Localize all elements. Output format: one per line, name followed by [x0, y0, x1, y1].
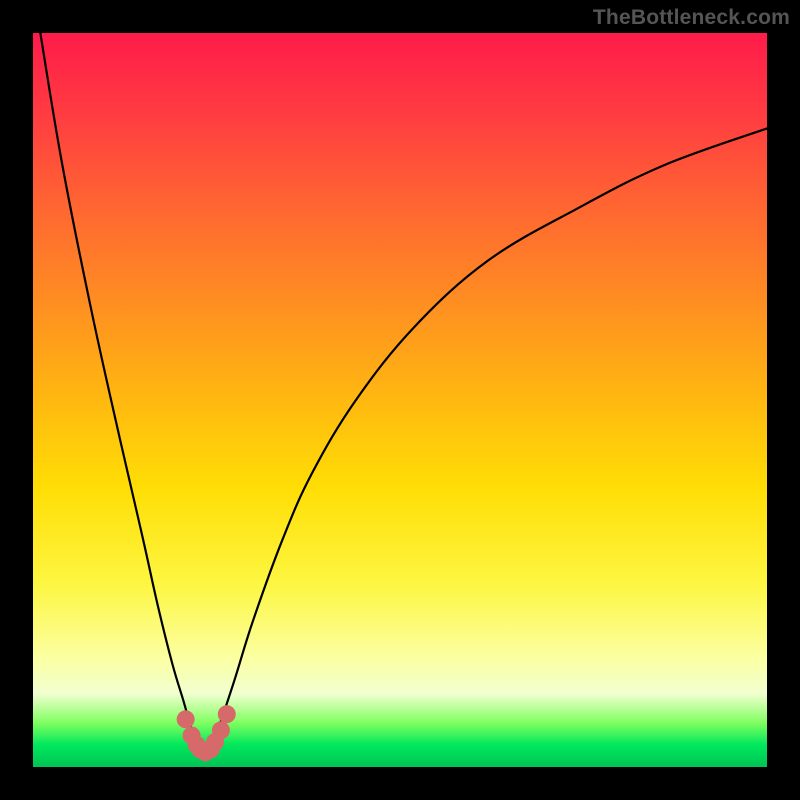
- watermark-text: TheBottleneck.com: [593, 6, 790, 30]
- bottom-marker-cluster: [177, 705, 236, 761]
- bottom-marker: [212, 721, 230, 739]
- chart-area: [33, 33, 767, 767]
- curve-left: [40, 33, 205, 752]
- curve-right: [205, 128, 767, 752]
- bottom-marker: [177, 710, 195, 728]
- bottom-marker: [218, 705, 236, 723]
- curve-svg: [33, 33, 767, 767]
